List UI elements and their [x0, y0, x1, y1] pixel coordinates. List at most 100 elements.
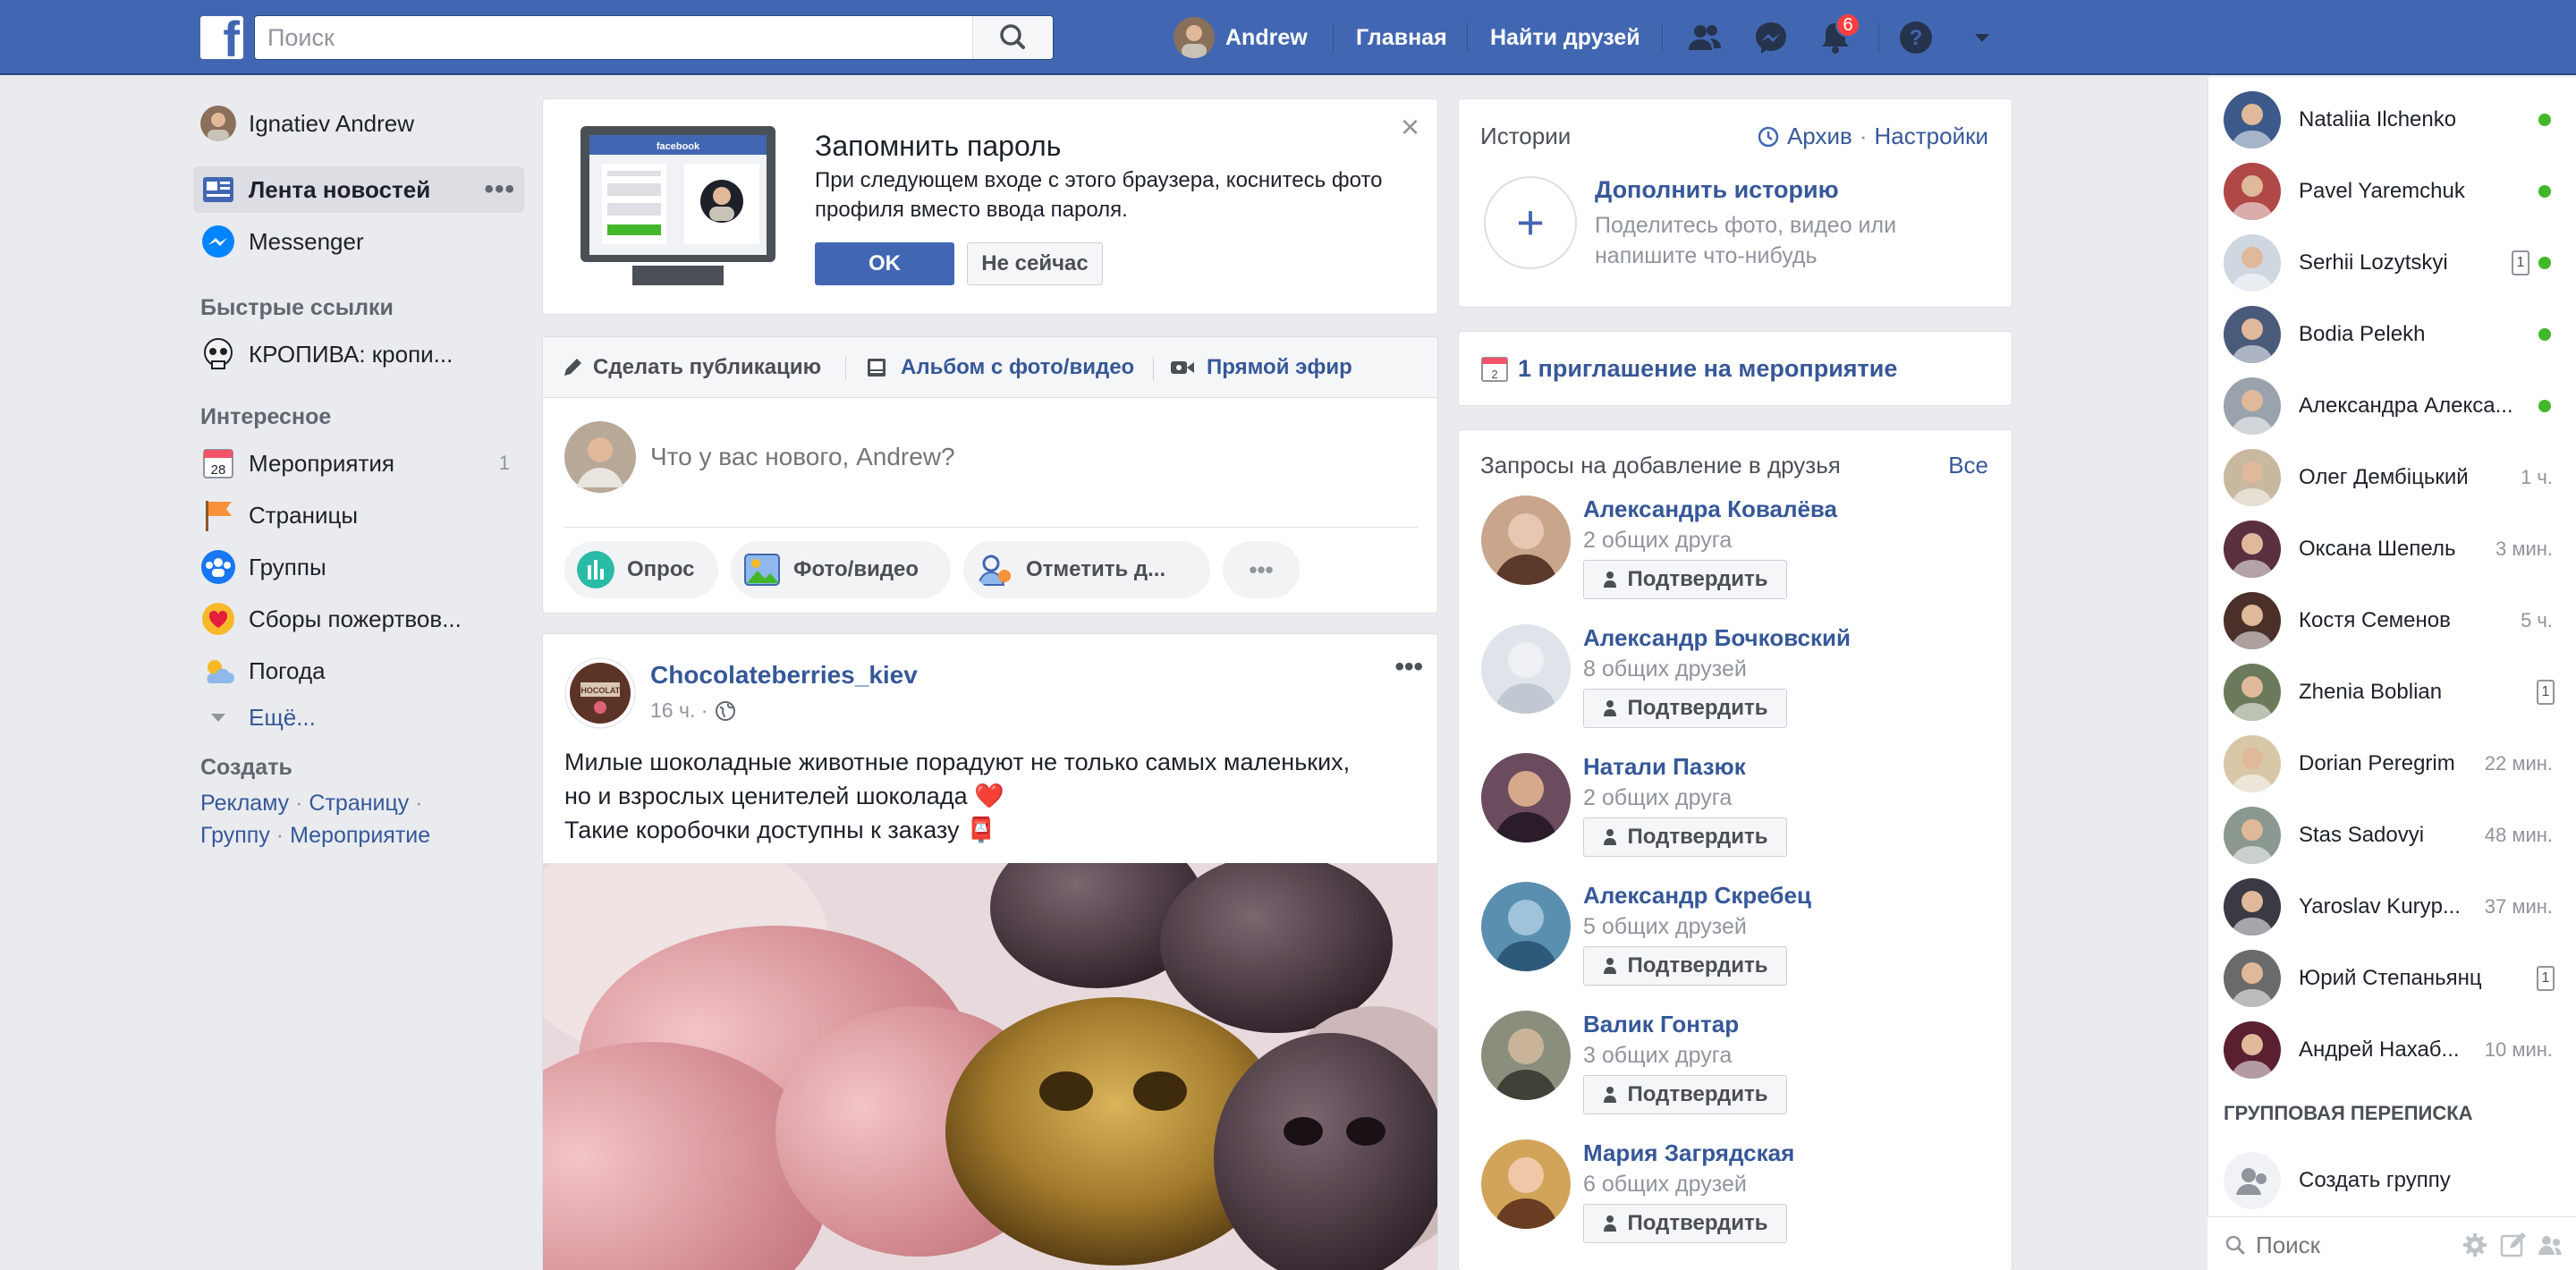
search-button[interactable] — [972, 16, 1053, 59]
contact-name: Юрий Степаньянц — [2299, 966, 2482, 990]
chat-contact[interactable]: Zhenia Boblian 1 — [2209, 656, 2576, 728]
sidebar-item-weather[interactable]: Погода — [193, 648, 524, 694]
chat-contact[interactable]: Nataliia Ilchenko — [2209, 84, 2576, 156]
see-all-link[interactable]: Все — [1948, 452, 1988, 479]
friend-request-name[interactable]: Валик Гонтар — [1583, 1011, 1739, 1038]
poll-icon — [577, 551, 614, 588]
friend-request-name[interactable]: Александра Ковалёва — [1583, 495, 1837, 523]
create-event-link[interactable]: Мероприятие — [290, 823, 430, 848]
account-menu-icon[interactable] — [1964, 20, 2000, 55]
sidebar-item-shortcut[interactable]: КРОПИВА: кропи... — [193, 331, 524, 377]
sidebar-item-label: Страницы — [249, 501, 359, 529]
confirm-request-button[interactable]: Подтвердить — [1583, 560, 1787, 599]
online-indicator — [2538, 400, 2551, 412]
sidebar-item-pages[interactable]: Страницы — [193, 492, 524, 538]
composer-input[interactable] — [650, 437, 1402, 477]
sidebar-item-messenger[interactable]: Messenger — [193, 218, 524, 265]
add-story-title[interactable]: Дополнить историю — [1595, 176, 1839, 204]
new-group-icon[interactable] — [2537, 1232, 2563, 1258]
confirm-request-button[interactable]: Подтвердить — [1583, 946, 1787, 986]
sidebar-item-groups[interactable]: Группы — [193, 544, 524, 590]
close-icon[interactable]: × — [1401, 108, 1419, 146]
messenger-icon[interactable] — [1753, 20, 1789, 55]
tab-live-video[interactable]: Прямой эфир — [1169, 351, 1352, 384]
sidebar-item-events[interactable]: 28 Мероприятия 1 — [193, 440, 524, 487]
poll-button[interactable]: Опрос — [564, 541, 718, 598]
facebook-logo[interactable]: f — [200, 14, 243, 64]
friend-request-name[interactable]: Александр Скребец — [1583, 882, 1811, 910]
top-bar: f Andrew Главная Найти друзей 6 ? — [0, 0, 2576, 75]
tag-friends-button[interactable]: Отметить д... — [963, 541, 1210, 598]
sidebar-item-profile[interactable]: Ignatiev Andrew — [193, 100, 524, 147]
chat-contact[interactable]: Костя Семенов 5 ч. — [2209, 585, 2576, 656]
chat-contact[interactable]: Dorian Peregrim 22 мин. — [2209, 728, 2576, 800]
friend-request-avatar[interactable] — [1481, 624, 1571, 714]
friend-request-avatar[interactable] — [1481, 1011, 1571, 1100]
chat-contact[interactable]: Yaroslav Kuryp... 37 мин. — [2209, 871, 2576, 943]
chat-search-input[interactable] — [2256, 1228, 2435, 1262]
help-icon[interactable]: ? — [1898, 20, 1934, 55]
mutual-friends-count[interactable]: 2 общих друга — [1583, 785, 1732, 811]
mutual-friends-count[interactable]: 5 общих друзей — [1583, 914, 1747, 940]
sidebar-item-fundraisers[interactable]: Сборы пожертвов... — [193, 596, 524, 642]
mutual-friends-count[interactable]: 8 общих друзей — [1583, 656, 1747, 682]
create-group-link[interactable]: Группу — [200, 823, 270, 848]
sidebar-item-label: Лента новостей — [249, 175, 431, 203]
chat-contact[interactable]: Stas Sadovyi 48 мин. — [2209, 800, 2576, 871]
sidebar-see-more[interactable]: Ещё... — [193, 694, 524, 741]
confirm-request-button[interactable]: Подтвердить — [1583, 1075, 1787, 1114]
friend-request-name[interactable]: Мария Загрядская — [1583, 1139, 1794, 1167]
archive-link[interactable]: Архив — [1787, 123, 1852, 150]
album-icon — [868, 359, 886, 377]
new-message-icon[interactable] — [2499, 1232, 2526, 1258]
chat-contact[interactable]: Александра Алекса... — [2209, 370, 2576, 442]
feed-post: CHOCOLATE Chocolateberries_kiev 16 ч. · … — [542, 633, 1438, 1270]
chat-contact[interactable]: Андрей Нахаб... 10 мин. — [2209, 1014, 2576, 1086]
online-indicator — [2538, 185, 2551, 198]
post-options-button[interactable]: ••• — [1394, 652, 1423, 682]
friend-request-name[interactable]: Натали Пазюк — [1583, 753, 1746, 781]
chat-contact[interactable]: Юрий Степаньянц 1 — [2209, 943, 2576, 1014]
create-ad-link[interactable]: Рекламу — [200, 791, 289, 816]
chat-contact[interactable]: Pavel Yaremchuk — [2209, 156, 2576, 227]
news-feed-options-button[interactable]: ••• — [484, 174, 515, 205]
chat-contact[interactable]: Оксана Шепель 3 мин. — [2209, 513, 2576, 585]
tab-make-post[interactable]: Сделать публикацию — [561, 351, 821, 384]
page-avatar[interactable]: CHOCOLATE — [564, 657, 636, 729]
confirm-request-button[interactable]: Подтвердить — [1583, 817, 1787, 857]
event-invites-card[interactable]: 2 1 приглашение на мероприятие — [1458, 331, 2012, 406]
sidebar-item-news-feed[interactable]: Лента новостей ••• — [193, 166, 524, 213]
chat-contact[interactable]: Bodia Pelekh — [2209, 299, 2576, 370]
post-photo[interactable] — [543, 863, 1437, 1270]
friend-request-avatar[interactable] — [1481, 495, 1571, 585]
mutual-friends-count[interactable]: 2 общих друга — [1583, 528, 1732, 554]
friends-icon[interactable] — [1687, 20, 1723, 55]
friend-request-avatar[interactable] — [1481, 1139, 1571, 1229]
friend-request-avatar[interactable] — [1481, 753, 1571, 842]
create-page-link[interactable]: Страницу — [309, 791, 409, 816]
photo-video-button[interactable]: Фото/видео — [731, 541, 951, 598]
tab-photo-album[interactable]: Альбом с фото/видео — [865, 351, 1134, 384]
not-now-button[interactable]: Не сейчас — [967, 242, 1103, 285]
more-options-button[interactable]: ••• — [1223, 541, 1300, 598]
chat-contact[interactable]: Serhii Lozytskyi 1 — [2209, 227, 2576, 299]
home-link[interactable]: Главная — [1356, 0, 1447, 75]
add-story-button[interactable]: + — [1484, 176, 1577, 269]
profile-link[interactable]: Andrew — [1174, 0, 1308, 75]
confirm-request-button[interactable]: Подтвердить — [1583, 689, 1787, 728]
post-time[interactable]: 16 ч. · — [650, 698, 708, 723]
friend-request-name[interactable]: Александр Бочковский — [1583, 624, 1851, 652]
find-friends-link[interactable]: Найти друзей — [1490, 0, 1640, 75]
mutual-friends-count[interactable]: 6 общих друзей — [1583, 1172, 1747, 1198]
user-avatar — [1174, 17, 1215, 58]
chat-contact[interactable]: Олег Дембіцький 1 ч. — [2209, 442, 2576, 513]
mutual-friends-count[interactable]: 3 общих друга — [1583, 1043, 1732, 1069]
post-author[interactable]: Chocolateberries_kiev — [650, 661, 918, 690]
search-input[interactable] — [255, 16, 970, 59]
friend-request-avatar[interactable] — [1481, 882, 1571, 971]
create-group-button[interactable]: Создать группу — [2209, 1145, 2576, 1216]
ok-button[interactable]: OK — [815, 242, 954, 285]
confirm-request-button[interactable]: Подтвердить — [1583, 1204, 1787, 1243]
gear-icon[interactable] — [2462, 1232, 2488, 1258]
settings-link[interactable]: Настройки — [1875, 123, 1989, 150]
